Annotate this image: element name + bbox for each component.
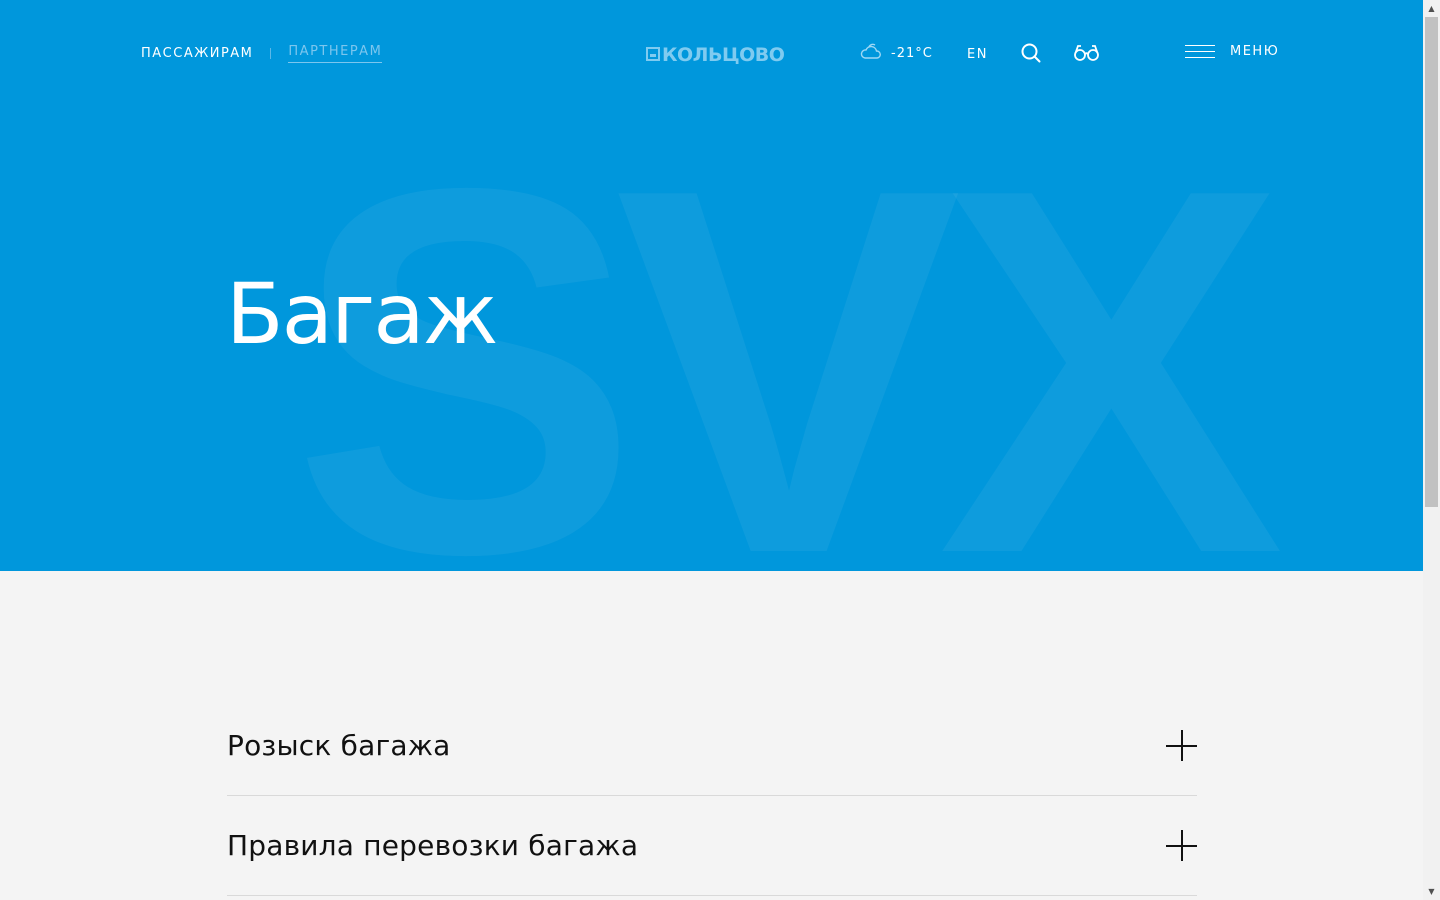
- koltsovo-logo[interactable]: КОЛЬЦОВО: [646, 42, 785, 68]
- nav-partners-link[interactable]: ПАРТНЕРАМ: [288, 44, 383, 63]
- menu-button[interactable]: МЕНЮ: [1185, 44, 1279, 59]
- weather-widget: -21°C: [860, 43, 933, 64]
- search-icon[interactable]: [1021, 43, 1041, 67]
- accordion-item-baggage-search[interactable]: Розыск багажа: [227, 696, 1197, 796]
- cloud-icon: [860, 43, 881, 64]
- accordion-title: Розыск багажа: [227, 728, 451, 762]
- nav-passengers-link[interactable]: ПАССАЖИРАМ: [141, 46, 253, 62]
- scrollbar-thumb[interactable]: [1425, 17, 1438, 507]
- accordion-title: Правила перевозки багажа: [227, 828, 639, 862]
- language-switch[interactable]: EN: [967, 47, 988, 62]
- temperature: -21°C: [891, 46, 933, 61]
- audience-nav: ПАССАЖИРАМ ПАРТНЕРАМ: [141, 44, 383, 63]
- page-title: Багаж: [226, 265, 498, 363]
- page: SVX ПАССАЖИРАМ ПАРТНЕРАМ КОЛЬЦОВО -21°C …: [0, 0, 1423, 900]
- scroll-down-arrow-icon[interactable]: ▼: [1423, 883, 1440, 900]
- hamburger-icon: [1185, 45, 1215, 58]
- hero-banner: SVX ПАССАЖИРАМ ПАРТНЕРАМ КОЛЬЦОВО -21°C …: [0, 0, 1423, 571]
- scrollbar[interactable]: ▲ ▼: [1423, 0, 1440, 900]
- logo-text: КОЛЬЦОВО: [662, 44, 785, 66]
- accordion-item-baggage-rules[interactable]: Правила перевозки багажа: [227, 796, 1197, 896]
- scroll-up-arrow-icon[interactable]: ▲: [1423, 0, 1440, 17]
- plus-icon[interactable]: [1166, 830, 1197, 861]
- plus-icon[interactable]: [1166, 730, 1197, 761]
- baggage-accordion: Розыск багажа Правила перевозки багажа: [227, 696, 1197, 896]
- nav-divider: [270, 48, 272, 59]
- logo-icon: [646, 47, 660, 61]
- glasses-icon[interactable]: [1073, 44, 1100, 66]
- menu-label: МЕНЮ: [1230, 44, 1280, 59]
